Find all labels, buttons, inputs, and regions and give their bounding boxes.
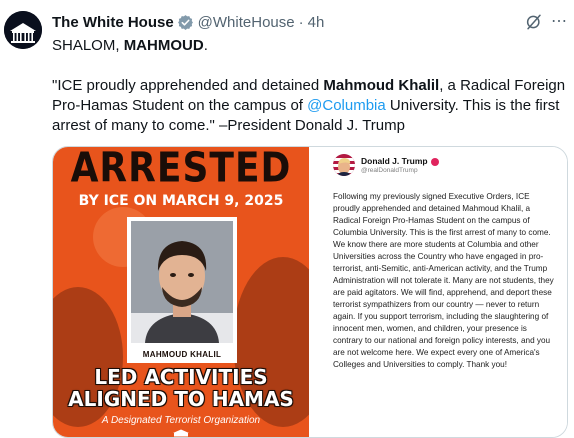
tweet-line-1: SHALOM, MAHMOUD. [52, 37, 208, 54]
separator-dot: · [298, 13, 304, 31]
arrest-poster-image[interactable]: ARRESTED BY ICE ON MARCH 9, 2025 MAHMOUD… [53, 147, 309, 437]
tweet-text: SHALOM, MAHMOUD. "ICE proudly apprehende… [52, 36, 568, 136]
poster-title: ARRESTED [70, 147, 292, 192]
white-house-logo-icon [4, 11, 42, 49]
poster-date-line: BY ICE ON MARCH 9, 2025 [78, 193, 284, 209]
columbia-mention-link[interactable]: @Columbia [307, 97, 386, 114]
grok-icon[interactable] [525, 13, 543, 31]
tweet-quote: "ICE proudly apprehended and detained Ma… [52, 77, 566, 134]
trump-avatar [333, 154, 355, 176]
display-name[interactable]: The White House [52, 14, 174, 31]
tweet-media[interactable]: ARRESTED BY ICE ON MARCH 9, 2025 MAHMOUD… [52, 146, 568, 438]
truth-author-handle: @realDonaldTrump [361, 167, 418, 174]
timestamp[interactable]: 4h [308, 14, 325, 31]
poster-headline: LED ACTIVITIES ALIGNED TO HAMAS [68, 365, 294, 411]
truth-post-body: Following my previously signed Executive… [333, 192, 554, 369]
user-handle[interactable]: @WhiteHouse [198, 14, 295, 31]
truth-post-header: Donald J. Trump @realDonaldTrump [333, 153, 555, 177]
truth-verified-icon [430, 157, 439, 166]
white-house-seal-icon [173, 429, 189, 437]
white-house-avatar[interactable] [4, 11, 42, 49]
poster-subtitle: A Designated Terrorist Organization [101, 415, 261, 426]
truth-social-post-image[interactable]: Donald J. Trump @realDonaldTrump Followi… [309, 147, 567, 437]
trump-avatar-icon [333, 154, 355, 176]
tweet-header: The White House @WhiteHouse · 4h [52, 12, 324, 32]
person-photo-icon [131, 221, 233, 343]
mugshot-name-caption: MAHMOUD KHALIL [127, 347, 237, 363]
more-icon[interactable]: ⋯ [550, 13, 568, 31]
verified-badge-icon [177, 14, 193, 30]
mugshot-photo [127, 217, 237, 347]
truth-author-name: Donald J. Trump [361, 156, 439, 166]
